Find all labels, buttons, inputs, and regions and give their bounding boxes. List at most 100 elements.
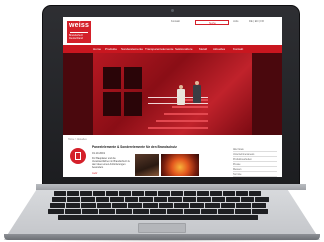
- keyboard-key[interactable]: [251, 203, 266, 208]
- keyboard-key[interactable]: [153, 197, 167, 202]
- keyboard-key[interactable]: [96, 203, 111, 208]
- keyboard-key[interactable]: [158, 191, 170, 196]
- hero-building-photo: [93, 53, 252, 135]
- keyboard-key[interactable]: [158, 203, 173, 208]
- keyboard-key[interactable]: [205, 203, 220, 208]
- keyboard-row: [58, 215, 258, 220]
- keyboard-key[interactable]: [99, 209, 115, 214]
- keyboard-key[interactable]: [52, 197, 66, 202]
- laptop-base-edge: [4, 234, 320, 240]
- keyboard-key[interactable]: [112, 203, 127, 208]
- search-placeholder: Suche: [209, 21, 216, 25]
- keyboard-key[interactable]: [116, 209, 132, 214]
- keyboard-row: [48, 209, 268, 214]
- keyboard-key[interactable]: [223, 191, 235, 196]
- top-link-kontakt[interactable]: Kontakt: [171, 20, 180, 23]
- keyboard-key[interactable]: [236, 203, 251, 208]
- keyboard-key[interactable]: [226, 197, 240, 202]
- keyboard-key[interactable]: [167, 209, 183, 214]
- keyboard-key[interactable]: [48, 209, 64, 214]
- breadcrumb[interactable]: Home > Aktuelles: [68, 138, 87, 141]
- keyboard-key[interactable]: [168, 197, 182, 202]
- keyboard-key[interactable]: [65, 209, 81, 214]
- keyboard-key[interactable]: [252, 209, 268, 214]
- keyboard-key[interactable]: [54, 191, 66, 196]
- keyboard-key[interactable]: [50, 203, 65, 208]
- article-thumbnail-fire[interactable]: [161, 154, 199, 176]
- news-article: Paneelelemente & Sonderelemente für den …: [68, 144, 223, 177]
- keyboard-key[interactable]: [124, 197, 138, 202]
- nav-item-transparentelemente[interactable]: Transparentelemente: [145, 47, 173, 51]
- keyboard-key[interactable]: [197, 191, 209, 196]
- nav-item-home[interactable]: Home: [93, 47, 101, 51]
- keyboard-key[interactable]: [81, 197, 95, 202]
- keyboard-key[interactable]: [81, 203, 96, 208]
- keyboard-key[interactable]: [197, 197, 211, 202]
- nav-item-produkte[interactable]: Produkte: [105, 47, 117, 51]
- keyboard-key[interactable]: [132, 191, 144, 196]
- laptop-lid: weiss Brandschutz Deutschland Kontakt Su…: [42, 5, 300, 186]
- keyboard-key[interactable]: [133, 209, 149, 214]
- keyboard-key[interactable]: [249, 191, 261, 196]
- hero-side-right: [252, 53, 282, 135]
- keyboard-key[interactable]: [95, 197, 109, 202]
- keyboard-key[interactable]: [127, 203, 142, 208]
- keyboard-key[interactable]: [145, 191, 157, 196]
- keyboard-key[interactable]: [106, 191, 118, 196]
- nav-item-sektionaltore[interactable]: Sektionaltore: [175, 47, 193, 51]
- nav-item-sonderelemente[interactable]: Sonderelemente: [121, 47, 143, 51]
- logo-divider: [70, 32, 88, 33]
- top-link-jobs[interactable]: Jobs: [233, 20, 238, 23]
- article-date: 01.10.2019: [92, 152, 105, 155]
- keyboard[interactable]: [48, 191, 276, 221]
- touchpad[interactable]: [138, 223, 186, 233]
- keyboard-key[interactable]: [184, 209, 200, 214]
- keyboard-key[interactable]: [218, 209, 234, 214]
- sidebar-item-dates[interactable]: Termine: [233, 172, 277, 177]
- keyboard-key[interactable]: [236, 191, 248, 196]
- keyboard-key[interactable]: [182, 197, 196, 202]
- article-title[interactable]: Paneelelemente & Sonderelemente für den …: [92, 145, 177, 149]
- keyboard-key[interactable]: [119, 191, 131, 196]
- hero-image: [63, 53, 282, 135]
- laptop-screen: weiss Brandschutz Deutschland Kontakt Su…: [63, 17, 282, 177]
- keyboard-key[interactable]: [220, 203, 235, 208]
- nav-item-metall[interactable]: Metall: [199, 47, 207, 51]
- keyboard-key[interactable]: [65, 203, 80, 208]
- keyboard-key[interactable]: [82, 209, 98, 214]
- article-more-link[interactable]: mehr: [92, 172, 97, 175]
- logo-text: weiss: [69, 22, 90, 29]
- keyboard-key[interactable]: [189, 203, 204, 208]
- search-input[interactable]: Suche: [195, 20, 229, 25]
- main-nav: Home Produkte Sonderelemente Transparent…: [63, 45, 282, 53]
- article-teaser: Für Bauplaner und die Verantwortlichen i…: [92, 157, 131, 169]
- language-switcher[interactable]: DE | EN | FR: [249, 20, 264, 23]
- keyboard-key[interactable]: [110, 197, 124, 202]
- keyboard-key[interactable]: [139, 197, 153, 202]
- keyboard-key[interactable]: [174, 203, 189, 208]
- webcam-icon: [171, 9, 174, 12]
- keyboard-key[interactable]: [201, 209, 217, 214]
- keyboard-key[interactable]: [67, 191, 79, 196]
- weiss-logo[interactable]: weiss Brandschutz Deutschland: [67, 21, 91, 43]
- keyboard-row: [52, 197, 269, 202]
- site-header: weiss Brandschutz Deutschland Kontakt Su…: [63, 17, 282, 45]
- keyboard-row: [54, 191, 261, 196]
- keyboard-key[interactable]: [240, 197, 254, 202]
- keyboard-key[interactable]: [66, 197, 80, 202]
- nav-item-aktuelles[interactable]: Aktuelles: [213, 47, 225, 51]
- article-thumbnail-door[interactable]: [135, 154, 159, 176]
- keyboard-key[interactable]: [150, 209, 166, 214]
- spacebar-key[interactable]: [58, 215, 258, 220]
- keyboard-key[interactable]: [210, 191, 222, 196]
- keyboard-key[interactable]: [184, 191, 196, 196]
- keyboard-key[interactable]: [255, 197, 269, 202]
- keyboard-key[interactable]: [235, 209, 251, 214]
- nav-item-kontakt[interactable]: Kontakt: [233, 47, 243, 51]
- keyboard-key[interactable]: [93, 191, 105, 196]
- keyboard-key[interactable]: [211, 197, 225, 202]
- news-sidebar: Alle News Unternehmensnews Produktneuhei…: [233, 147, 277, 177]
- keyboard-key[interactable]: [80, 191, 92, 196]
- keyboard-key[interactable]: [171, 191, 183, 196]
- keyboard-key[interactable]: [143, 203, 158, 208]
